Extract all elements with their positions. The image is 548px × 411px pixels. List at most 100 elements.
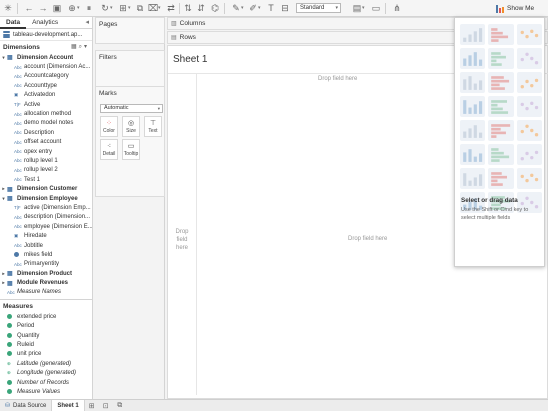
- chevron-down-icon[interactable]: ▾: [0, 55, 7, 61]
- chart-type-thumbnail[interactable]: [516, 24, 542, 45]
- rows-drop-zone[interactable]: Drop field here: [171, 228, 193, 252]
- tableau-logo-icon[interactable]: ✳: [3, 3, 13, 14]
- field-item[interactable]: Abc Accountcategory: [0, 72, 92, 81]
- field-item[interactable]: ⊕ Longitude (generated): [0, 369, 92, 378]
- chevron-down-icon[interactable]: ▾: [77, 5, 80, 11]
- show-cards-icon[interactable]: ▤: [352, 3, 362, 14]
- fix-axes-icon[interactable]: ⊟: [280, 3, 290, 14]
- columns-drop-zone[interactable]: Drop field here: [318, 76, 357, 82]
- chart-type-thumbnail[interactable]: [488, 72, 514, 93]
- table-row[interactable]: ▸ ▦ Dimension Product: [0, 269, 92, 278]
- field-item[interactable]: extended price: [0, 312, 92, 321]
- chart-type-thumbnail[interactable]: [516, 96, 542, 117]
- field-item[interactable]: ▣ Activatedon: [0, 91, 92, 100]
- field-item[interactable]: ▣ Hiredate: [0, 231, 92, 240]
- chevron-down-icon[interactable]: ▾: [0, 196, 7, 202]
- redo-icon[interactable]: →: [38, 3, 48, 14]
- field-item[interactable]: Abc description (Dimension...: [0, 213, 92, 222]
- chevron-right-icon[interactable]: ▸: [0, 271, 7, 277]
- table-row[interactable]: ▾ ▦ Dimension Account: [0, 53, 92, 62]
- field-item[interactable]: Abc Primaryentity: [0, 260, 92, 269]
- field-item[interactable]: Abc demo model notes: [0, 119, 92, 128]
- chevron-right-icon[interactable]: ▸: [0, 280, 7, 286]
- tab-sheet-1[interactable]: Sheet 1: [52, 399, 85, 411]
- table-row[interactable]: ▸ ▦ Module Revenues: [0, 278, 92, 287]
- field-item[interactable]: Abc account (Dimension Ac...: [0, 62, 92, 71]
- duplicate-sheet-icon[interactable]: ⧉: [135, 3, 145, 14]
- clear-sheet-icon[interactable]: ⌧: [148, 3, 158, 14]
- chevron-down-icon[interactable]: ▾: [362, 5, 365, 11]
- new-worksheet-icon[interactable]: ⊞: [85, 400, 99, 411]
- chart-type-thumbnail[interactable]: [488, 120, 514, 141]
- chart-type-thumbnail[interactable]: [460, 48, 486, 69]
- field-item[interactable]: T|F Active: [0, 100, 92, 109]
- sort-descending-icon[interactable]: ⇵: [196, 3, 206, 14]
- chevron-right-icon[interactable]: ▸: [0, 186, 7, 192]
- field-item[interactable]: Abc opex entry: [0, 147, 92, 156]
- save-icon[interactable]: ▣: [52, 3, 62, 14]
- mark-type-select[interactable]: Automatic ▾: [100, 104, 163, 113]
- chart-type-thumbnail[interactable]: [516, 168, 542, 189]
- pages-card[interactable]: Pages: [95, 17, 165, 44]
- color-button[interactable]: ⁘ Color: [100, 116, 118, 137]
- field-item[interactable]: Abc Accounttype: [0, 81, 92, 90]
- chart-type-thumbnail[interactable]: [460, 144, 486, 165]
- new-story-icon[interactable]: ⧉: [113, 400, 127, 411]
- chart-type-thumbnail[interactable]: [516, 144, 542, 165]
- view-size-select[interactable]: Standard ▾: [296, 3, 341, 13]
- field-item[interactable]: Abc rollup level 1: [0, 156, 92, 165]
- field-item[interactable]: ⊕ Latitude (generated): [0, 359, 92, 368]
- size-button[interactable]: ◎ Size: [122, 116, 140, 137]
- field-item[interactable]: Abc rollup level 2: [0, 166, 92, 175]
- refresh-icon[interactable]: ↻: [100, 3, 110, 14]
- field-item[interactable]: Abc employee (Dimension E...: [0, 222, 92, 231]
- group-members-icon[interactable]: ⌬: [210, 3, 220, 14]
- new-dashboard-icon[interactable]: ⊡: [99, 400, 113, 411]
- field-item[interactable]: Abc Description: [0, 128, 92, 137]
- table-row[interactable]: ▸ ▦ Dimension Customer: [0, 184, 92, 193]
- swap-rows-columns-icon[interactable]: ⇄: [166, 3, 176, 14]
- chart-type-thumbnail[interactable]: [460, 96, 486, 117]
- share-icon[interactable]: ⋔: [392, 3, 402, 14]
- minimize-icon[interactable]: ◂: [85, 18, 89, 26]
- text-button[interactable]: ⊤ Text: [144, 116, 162, 137]
- chart-type-thumbnail[interactable]: [460, 168, 486, 189]
- sheet-title[interactable]: Sheet 1: [173, 54, 207, 65]
- presentation-mode-icon[interactable]: ▭: [371, 3, 381, 14]
- field-item[interactable]: Period: [0, 322, 92, 331]
- chart-type-thumbnail[interactable]: [516, 48, 542, 69]
- field-item[interactable]: Abc Measure Names: [0, 288, 92, 297]
- show-me-button[interactable]: Show Me: [496, 2, 544, 15]
- detail-button[interactable]: ⁖ Detail: [100, 139, 118, 160]
- pause-updates-icon[interactable]: ⏸: [84, 3, 94, 14]
- chevron-down-icon[interactable]: ▾: [158, 5, 161, 11]
- center-drop-zone[interactable]: Drop field here: [348, 236, 387, 242]
- chevron-down-icon[interactable]: ▾: [258, 5, 261, 11]
- field-item[interactable]: T|F active (Dimension Emp...: [0, 203, 92, 212]
- field-item[interactable]: Quantity: [0, 331, 92, 340]
- tooltip-button[interactable]: ▭ Tooltip: [122, 139, 140, 160]
- field-item[interactable]: unit price: [0, 350, 92, 359]
- format-workbook-icon[interactable]: T: [266, 3, 276, 14]
- chart-type-thumbnail[interactable]: [488, 96, 514, 117]
- field-item[interactable]: Abc offset account: [0, 138, 92, 147]
- chevron-down-icon[interactable]: ▾: [128, 5, 131, 11]
- field-item[interactable]: Number of Records: [0, 378, 92, 387]
- field-item[interactable]: Abc allocation method: [0, 109, 92, 118]
- field-item[interactable]: Abc Test 1: [0, 175, 92, 184]
- field-item[interactable]: Abc Jobtitle: [0, 241, 92, 250]
- field-item[interactable]: mikes field: [0, 250, 92, 259]
- view-search-menu-icons[interactable]: ▦⌕▾: [71, 43, 89, 51]
- chart-type-thumbnail[interactable]: [460, 24, 486, 45]
- chevron-down-icon[interactable]: ▾: [110, 5, 113, 11]
- chart-type-thumbnail[interactable]: [488, 168, 514, 189]
- chart-type-thumbnail[interactable]: [488, 144, 514, 165]
- field-item[interactable]: Ruleid: [0, 340, 92, 349]
- datasource-item[interactable]: tableau-development.ap...: [0, 29, 92, 41]
- show-labels-icon[interactable]: ✐: [248, 3, 258, 14]
- table-row[interactable]: ▾ ▦ Dimension Employee: [0, 194, 92, 203]
- new-worksheet-icon[interactable]: ⊞: [118, 3, 128, 14]
- chart-type-thumbnail[interactable]: [516, 120, 542, 141]
- highlight-icon[interactable]: ✎: [231, 3, 241, 14]
- tab-analytics[interactable]: Analytics: [26, 17, 64, 29]
